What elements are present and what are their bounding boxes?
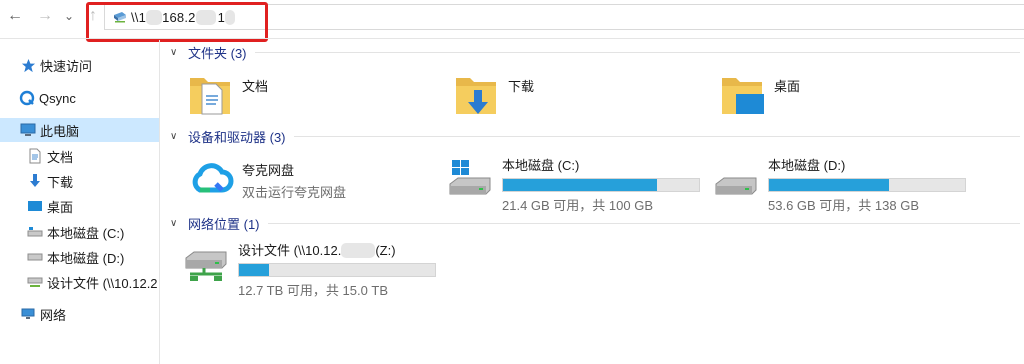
desktop-icon: [27, 198, 43, 214]
network-drive-z[interactable]: 设计文件 (\\10.12.000(Z:) 12.7 TB 可用，共 15.0 …: [182, 240, 436, 299]
downloads-folder-icon: [456, 78, 496, 114]
folder-desktop[interactable]: 桌面: [718, 70, 800, 118]
group-header-network[interactable]: ∨ 网络位置 (1): [170, 213, 1020, 233]
computer-icon: [20, 122, 36, 138]
up-arrow-icon: ↑: [89, 7, 97, 24]
group-divider: [267, 222, 1020, 224]
windows-drive-icon: [449, 160, 491, 195]
sidebar-item-drive-d[interactable]: 本地磁盘 (D:): [0, 245, 160, 269]
sidebar-item-drive-c[interactable]: 本地磁盘 (C:): [0, 220, 160, 244]
address-bar[interactable]: \\100168.20010: [104, 4, 1024, 30]
drive-d-usage-bar: [768, 178, 966, 192]
network-drive-icon: [27, 274, 43, 290]
network-drive-usage-bar: [238, 263, 436, 277]
drive-d[interactable]: 本地磁盘 (D:) 53.6 GB 可用，共 138 GB: [712, 156, 966, 214]
quark-cloud-icon: [192, 163, 234, 193]
network-drive-icon: [185, 251, 227, 281]
windows-drive-icon: [27, 224, 43, 240]
sidebar-item-network[interactable]: 网络: [0, 302, 160, 326]
chevron-down-icon: ∨: [170, 130, 178, 142]
back-arrow-icon: ←: [7, 7, 23, 24]
star-icon: [20, 57, 36, 73]
recent-locations-button[interactable]: ⌄: [58, 6, 80, 26]
toolbar: ← → ⌄ ↑ \\100168.20010: [0, 0, 1024, 42]
sidebar-item-network-drive[interactable]: 设计文件 (\\10.12.2: [0, 270, 160, 294]
sidebar-item-documents[interactable]: 文档: [0, 144, 160, 168]
drive-icon: [715, 177, 757, 195]
usage-fill: [503, 179, 658, 191]
network-drive-name: 设计文件 (\\10.12.000(Z:): [238, 243, 396, 258]
group-divider: [254, 51, 1020, 53]
forward-arrow-icon: →: [37, 7, 53, 24]
chevron-down-icon: ∨: [170, 217, 178, 229]
sidebar-item-desktop[interactable]: 桌面: [0, 194, 160, 218]
back-button[interactable]: ←: [4, 6, 26, 26]
folder-downloads[interactable]: 下载: [452, 70, 534, 118]
drive-icon: [27, 249, 43, 265]
drive-c-usage-bar: [502, 178, 700, 192]
forward-button[interactable]: →: [34, 6, 56, 26]
drive-c[interactable]: 本地磁盘 (C:) 21.4 GB 可用，共 100 GB: [446, 156, 700, 214]
chevron-down-icon: ⌄: [63, 9, 75, 23]
toolbar-divider: [0, 38, 1024, 39]
sidebar-item-quick-access[interactable]: 快速访问: [0, 53, 160, 77]
folder-documents[interactable]: 文档: [186, 70, 268, 118]
documents-folder-icon: [190, 78, 230, 115]
up-button[interactable]: ↑: [82, 6, 104, 26]
network-icon: [20, 306, 36, 322]
download-arrow-icon: [27, 173, 43, 189]
document-icon: [27, 148, 43, 164]
group-header-devices[interactable]: ∨ 设备和驱动器 (3): [170, 126, 1020, 146]
sidebar-item-qsync[interactable]: Qsync: [0, 86, 160, 110]
group-header-folders[interactable]: ∨ 文件夹 (3): [170, 42, 1020, 62]
chevron-down-icon: ∨: [170, 46, 178, 58]
usage-fill: [769, 179, 889, 191]
sidebar-item-downloads[interactable]: 下载: [0, 169, 160, 193]
address-path: \\100168.20010: [131, 9, 236, 25]
desktop-folder-icon: [722, 78, 764, 114]
sidebar-item-this-pc[interactable]: 此电脑: [0, 118, 160, 142]
usage-fill: [239, 264, 269, 276]
group-divider: [293, 135, 1020, 137]
navigation-pane: 快速访问 Qsync 此电脑 文档 下载 桌面 本地磁盘 (C:) 本地磁盘 (…: [0, 40, 160, 364]
network-drive-icon: [114, 12, 126, 23]
qsync-icon: [19, 90, 35, 106]
quark-cloud-drive[interactable]: 夸克网盘 双击运行夸克网盘: [186, 156, 346, 204]
content-pane: ∨ 文件夹 (3) 文档 下载 桌面 ∨ 设备和驱动器 (3) 夸克网盘 双击运…: [160, 40, 1024, 364]
